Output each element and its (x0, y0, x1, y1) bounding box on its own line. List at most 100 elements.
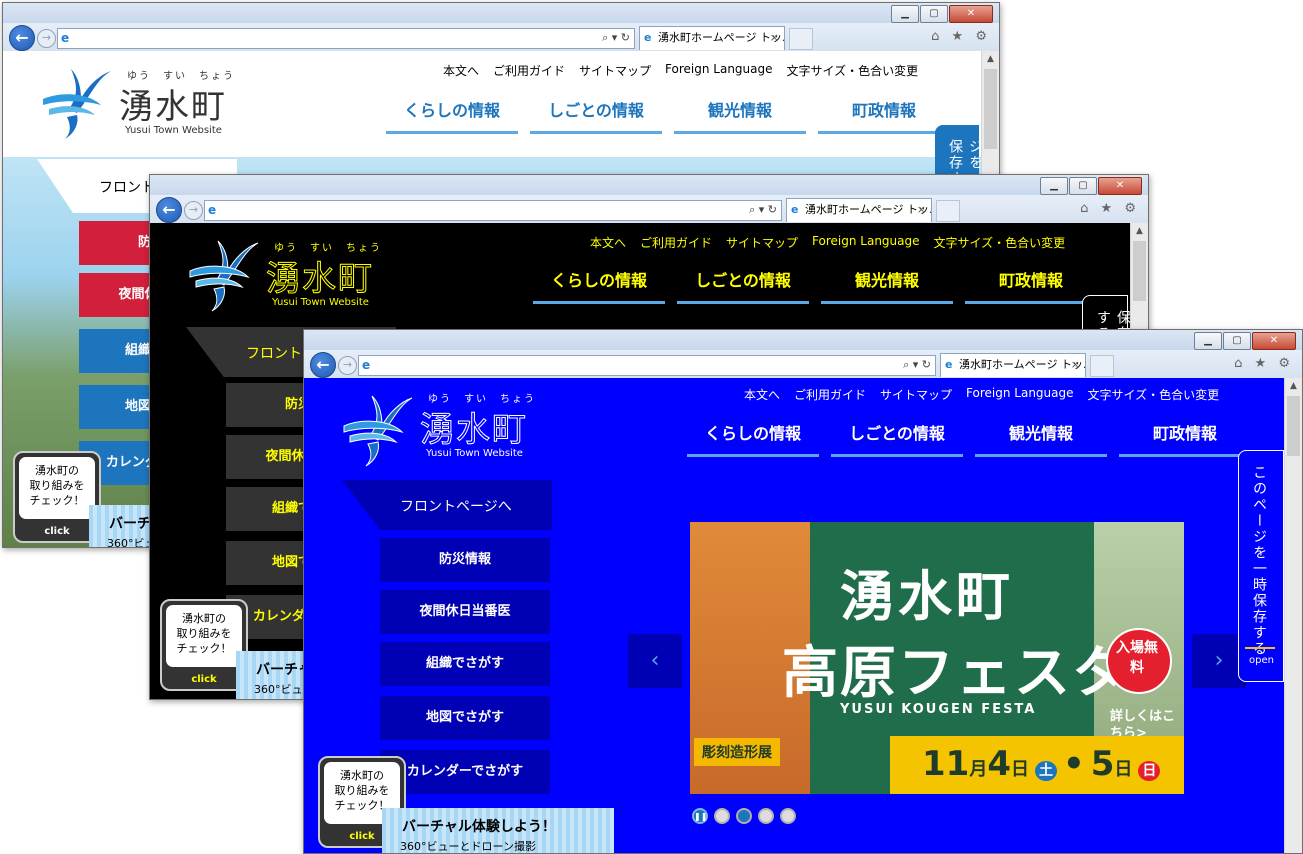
util-sitemap-link[interactable]: サイトマップ (579, 62, 651, 79)
util-guide-link[interactable]: ご利用ガイド (640, 234, 712, 251)
util-sitemap-link[interactable]: サイトマップ (880, 386, 952, 403)
close-tab-icon[interactable]: × (1071, 354, 1080, 376)
menu-yakan[interactable]: 夜間休日当番医 (380, 590, 550, 634)
close-tab-icon[interactable]: × (917, 199, 926, 221)
nav-kanko[interactable]: 観光情報 (821, 267, 953, 304)
util-guide-link[interactable]: ご利用ガイド (794, 386, 866, 403)
util-foreign-link[interactable]: Foreign Language (665, 62, 772, 79)
nav-kurashi[interactable]: くらしの情報 (386, 97, 518, 134)
menu-soshiki[interactable]: 組織でさがす (380, 642, 550, 686)
check-line3: チェック！ (176, 642, 232, 655)
virtual-banner[interactable]: バーチャル体験しよう！ 360°ビューとドローン撮影 (382, 808, 614, 853)
address-tools[interactable]: ⌕ ▾ ↻ (749, 203, 777, 217)
slide-dot-3[interactable] (758, 808, 774, 824)
address-bar[interactable]: e ⌕ ▾ ↻ (358, 355, 936, 376)
scroll-up-icon[interactable]: ▲ (1285, 378, 1302, 394)
nav-chosei[interactable]: 町政情報 (1119, 420, 1251, 457)
global-nav: くらしの情報 しごとの情報 観光情報 町政情報 (386, 97, 962, 134)
utility-links: 本文へ ご利用ガイド サイトマップ Foreign Language 文字サイズ… (443, 62, 932, 79)
slide-dot-4[interactable] (780, 808, 796, 824)
util-fontsize-link[interactable]: 文字サイズ・色合い変更 (1088, 386, 1220, 403)
check-line1: 湧水町の (182, 612, 226, 625)
minimize-button[interactable]: ▁ (1194, 332, 1222, 350)
menu-bousai[interactable]: 防災情報 (380, 538, 550, 582)
util-skip-link[interactable]: 本文へ (443, 62, 479, 79)
address-tools[interactable]: ⌕ ▾ ↻ (903, 358, 931, 372)
browser-right-tools[interactable]: ⌂ ★ ⚙ (1080, 201, 1140, 216)
address-tools[interactable]: ⌕ ▾ ↻ (602, 31, 630, 45)
menu-chizu[interactable]: 地図でさがす (380, 696, 550, 740)
logo-name[interactable]: 湧水町 (119, 79, 227, 128)
title-bar: ▁ ▢ ✕ (3, 3, 999, 23)
maximize-button[interactable]: ▢ (1223, 332, 1251, 350)
nav-kanko[interactable]: 観光情報 (975, 420, 1107, 457)
banner-title-1: 湧水町 (840, 565, 1014, 628)
global-nav: くらしの情報 しごとの情報 観光情報 町政情報 (687, 420, 1263, 457)
address-bar[interactable]: e ⌕ ▾ ↻ (204, 200, 782, 221)
logo-name[interactable]: 湧水町 (266, 251, 374, 300)
check-line2: 取り組みを (176, 627, 232, 640)
slide-dot-1[interactable] (714, 808, 730, 824)
util-guide-link[interactable]: ご利用ガイド (493, 62, 565, 79)
util-skip-link[interactable]: 本文へ (744, 386, 780, 403)
maximize-button[interactable]: ▢ (920, 5, 948, 23)
util-skip-link[interactable]: 本文へ (590, 234, 626, 251)
slide-dot-2[interactable] (736, 808, 752, 824)
logo-name[interactable]: 湧水町 (420, 402, 528, 451)
util-sitemap-link[interactable]: サイトマップ (726, 234, 798, 251)
close-button[interactable]: ✕ (1098, 177, 1142, 195)
browser-tab[interactable]: e 湧水町ホームページ トッ... × (639, 26, 785, 50)
util-fontsize-link[interactable]: 文字サイズ・色合い変更 (934, 234, 1066, 251)
scroll-thumb[interactable] (1133, 241, 1146, 301)
scroll-thumb[interactable] (984, 69, 997, 149)
date-dow2: 日 (1138, 761, 1161, 781)
new-tab-button[interactable] (1090, 355, 1114, 377)
util-foreign-link[interactable]: Foreign Language (966, 386, 1073, 403)
close-button[interactable]: ✕ (1252, 332, 1296, 350)
logo-subtitle: Yusui Town Website (125, 125, 222, 136)
scrollbar[interactable]: ▲ (1284, 378, 1302, 853)
close-button[interactable]: ✕ (949, 5, 993, 23)
close-tab-icon[interactable]: × (770, 27, 779, 49)
back-icon[interactable]: ← (9, 25, 35, 51)
browser-right-tools[interactable]: ⌂ ★ ⚙ (1234, 356, 1294, 371)
nav-chosei[interactable]: 町政情報 (965, 267, 1097, 304)
browser-tab[interactable]: e 湧水町ホームページ トッ... × (786, 198, 932, 222)
logo-mark-icon (343, 395, 413, 467)
scroll-up-icon[interactable]: ▲ (1131, 223, 1148, 239)
browser-toolbar: ← → e ⌕ ▾ ↻ e 湧水町ホームページ トッ... × ⌂ ★ ⚙ (304, 350, 1302, 378)
new-tab-button[interactable] (936, 200, 960, 222)
minimize-button[interactable]: ▁ (891, 5, 919, 23)
browser-tab[interactable]: e 湧水町ホームページ トッ... × (940, 353, 1086, 377)
nav-shigoto[interactable]: しごとの情報 (677, 267, 809, 304)
minimize-button[interactable]: ▁ (1040, 177, 1068, 195)
nav-kurashi[interactable]: くらしの情報 (533, 267, 665, 304)
nav-kanko[interactable]: 観光情報 (674, 97, 806, 134)
check-badge[interactable]: 湧水町の 取り組みを チェック！ click (13, 451, 101, 543)
forward-icon[interactable]: → (184, 201, 203, 220)
save-page-tab[interactable]: このページを一時保存する open (1238, 450, 1284, 682)
slide-pause-icon[interactable]: ❚❚ (692, 808, 708, 824)
scroll-up-icon[interactable]: ▲ (982, 51, 999, 67)
util-foreign-link[interactable]: Foreign Language (812, 234, 919, 251)
back-icon[interactable]: ← (156, 197, 182, 223)
browser-right-tools[interactable]: ⌂ ★ ⚙ (931, 29, 991, 44)
title-bar: ▁ ▢ ✕ (304, 330, 1302, 350)
back-icon[interactable]: ← (310, 352, 336, 378)
nav-shigoto[interactable]: しごとの情報 (530, 97, 662, 134)
nav-chosei[interactable]: 町政情報 (818, 97, 950, 134)
util-fontsize-link[interactable]: 文字サイズ・色合い変更 (787, 62, 919, 79)
nav-kurashi[interactable]: くらしの情報 (687, 420, 819, 457)
maximize-button[interactable]: ▢ (1069, 177, 1097, 195)
nav-shigoto[interactable]: しごとの情報 (831, 420, 963, 457)
forward-icon[interactable]: → (338, 356, 357, 375)
front-page-link[interactable]: フロントページへ (400, 496, 512, 516)
address-bar[interactable]: e ⌕ ▾ ↻ (57, 28, 635, 49)
forward-icon[interactable]: → (37, 29, 56, 48)
festa-banner[interactable]: 湧水町 高原フェスタ YUSUI KOUGEN FESTA 入場無料 詳しくはこ… (690, 522, 1184, 794)
check-badge[interactable]: 湧水町の 取り組みを チェック！ click (160, 599, 248, 691)
new-tab-button[interactable] (789, 28, 813, 50)
scroll-thumb[interactable] (1287, 396, 1300, 456)
slide-prev-button[interactable]: ‹ (628, 634, 682, 688)
title-bar: ▁ ▢ ✕ (150, 175, 1148, 195)
